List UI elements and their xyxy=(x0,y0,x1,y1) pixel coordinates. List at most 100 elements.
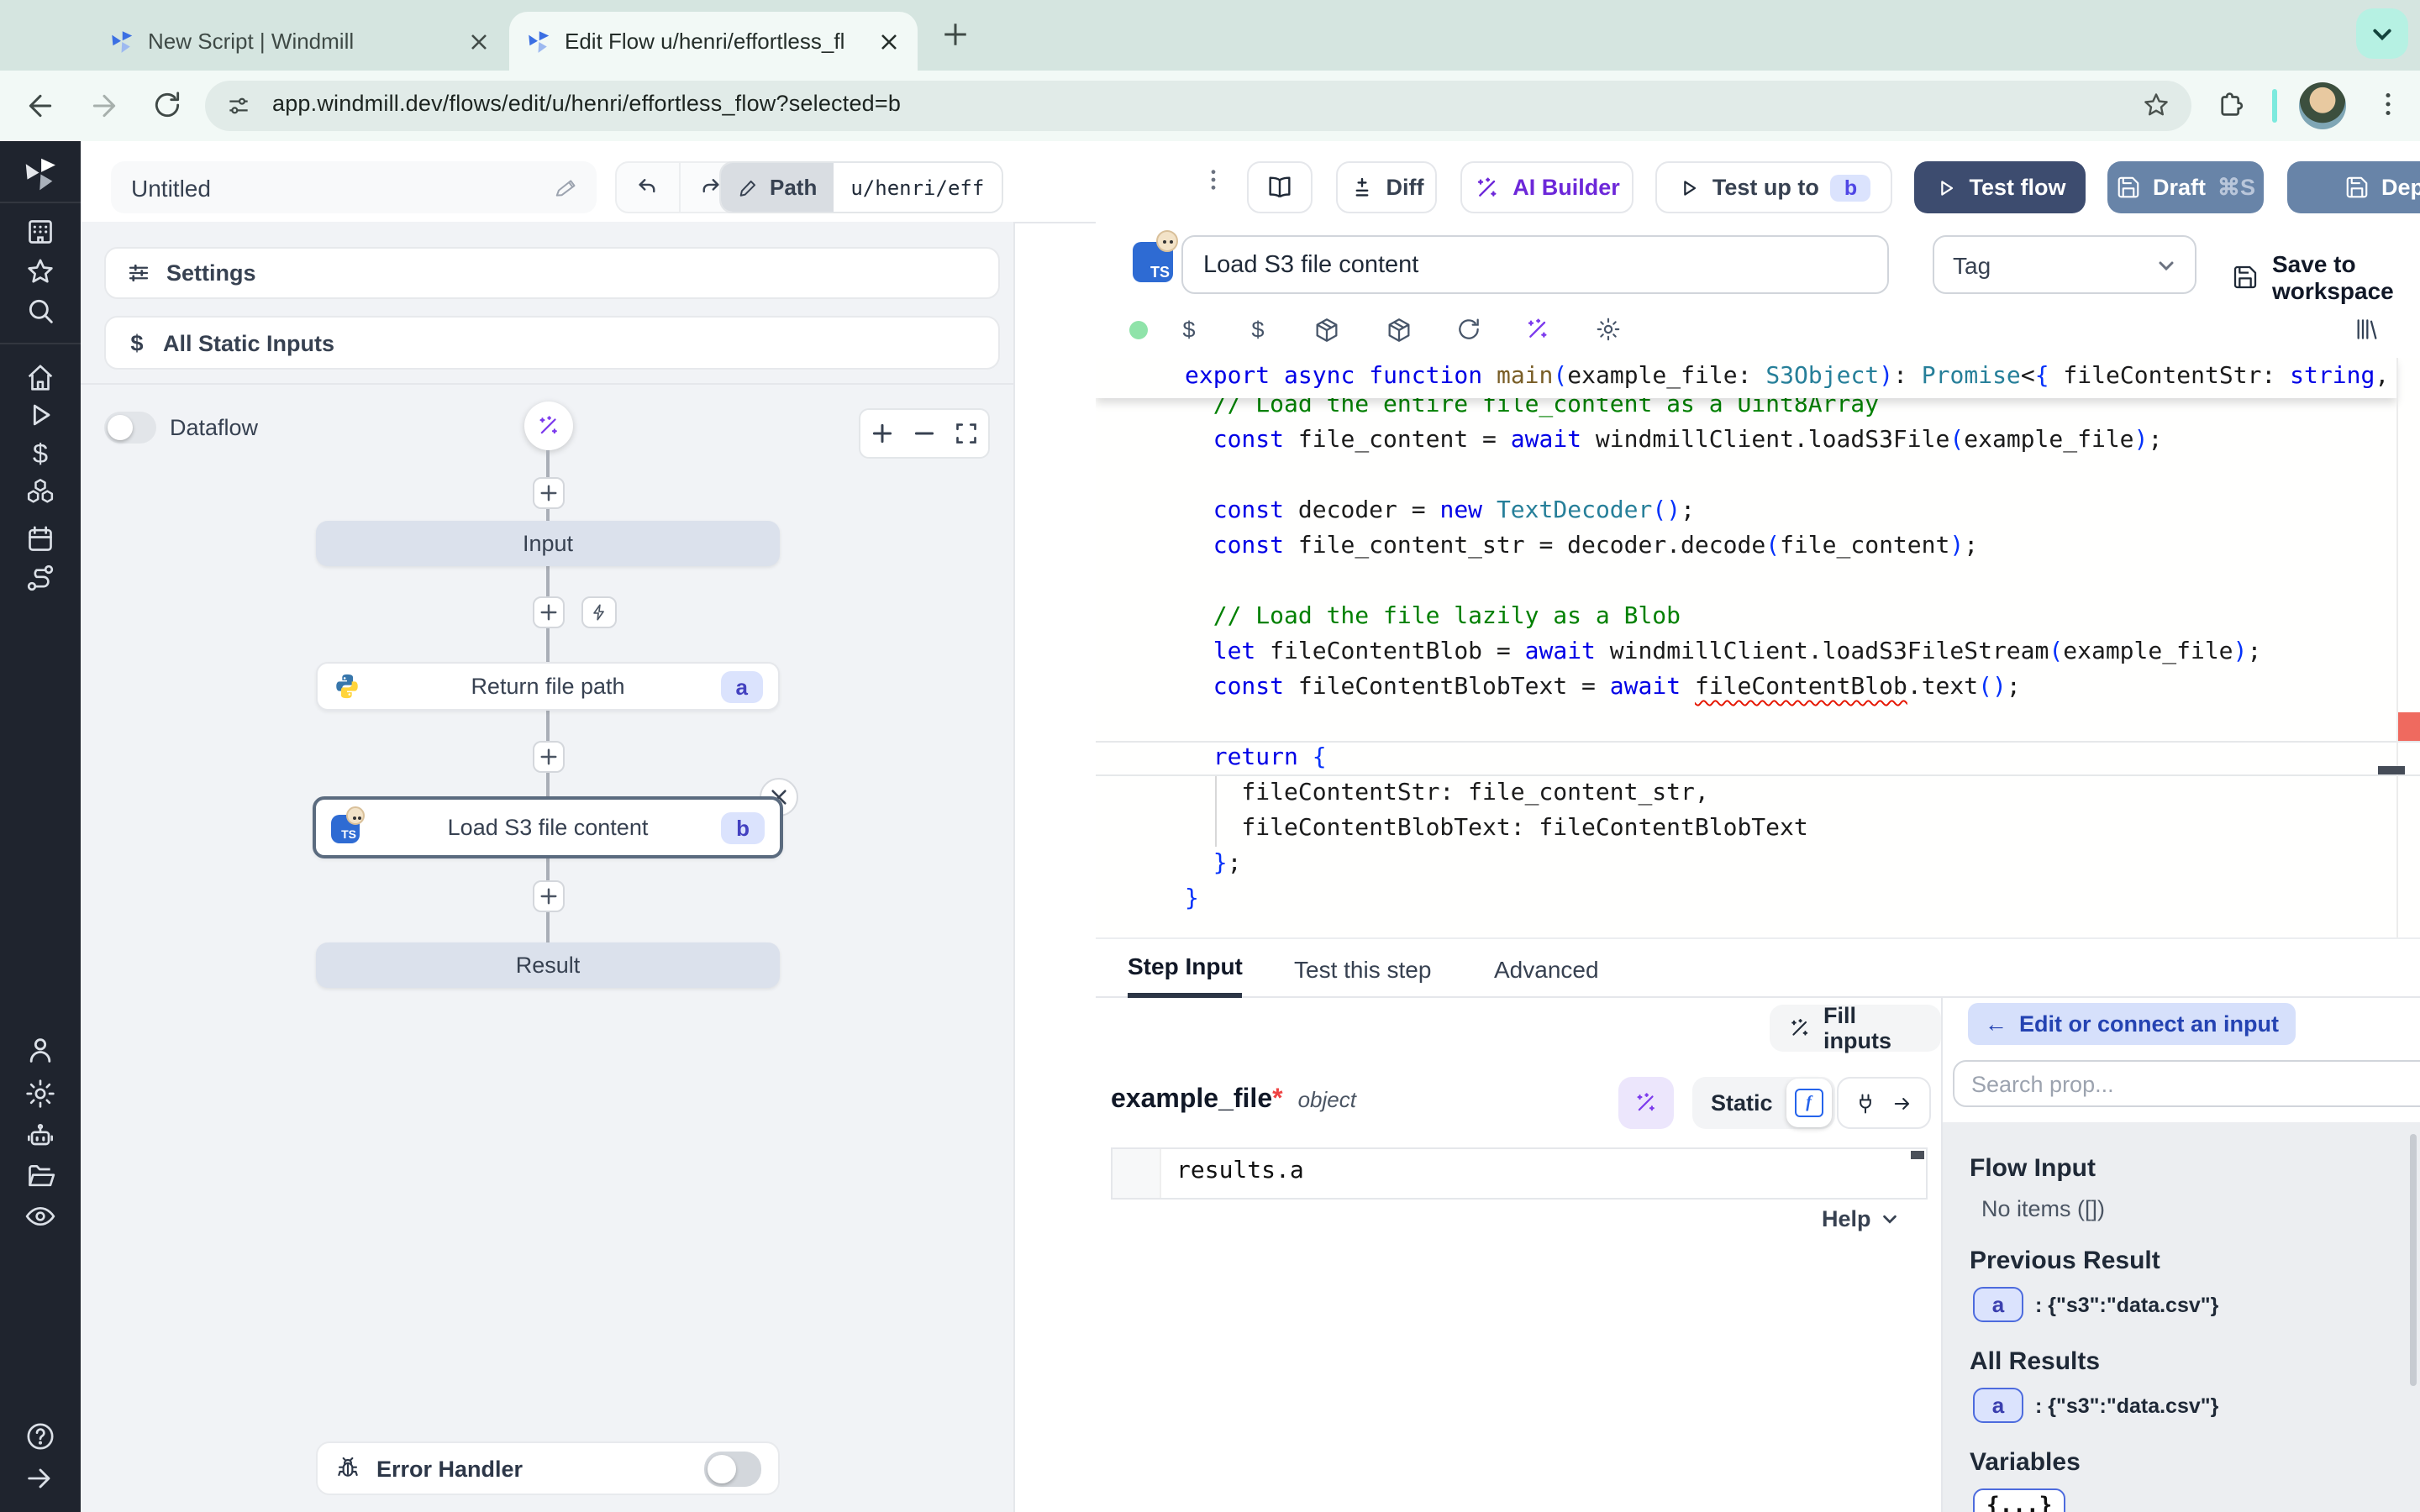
code-token xyxy=(1482,497,1497,524)
variables-dollar-icon[interactable]: $ xyxy=(27,437,54,470)
docs-book-button[interactable] xyxy=(1247,161,1313,213)
library-icon[interactable] xyxy=(2353,316,2380,343)
ai-builder-button[interactable]: AI Builder xyxy=(1460,161,1634,213)
tab-advanced[interactable]: Advanced xyxy=(1494,939,1599,998)
dataflow-toggle[interactable] xyxy=(104,412,156,444)
workers-bot-icon[interactable] xyxy=(24,1119,57,1152)
error-handler-card[interactable]: Error Handler xyxy=(316,1441,780,1495)
browser-menu-kebab-icon[interactable] xyxy=(2373,89,2403,119)
forward-icon[interactable] xyxy=(87,89,121,123)
result-badge[interactable]: a xyxy=(1973,1287,2023,1322)
variables-badge[interactable]: {...} xyxy=(1973,1488,2065,1512)
flow-node-input[interactable]: Input xyxy=(316,521,780,566)
search-prop-input[interactable] xyxy=(1953,1060,2420,1107)
reload-icon[interactable] xyxy=(151,89,183,121)
flow-input-heading: Flow Input xyxy=(1970,1154,2393,1183)
flow-node-result[interactable]: Result xyxy=(316,942,780,988)
folders-icon[interactable] xyxy=(24,1159,57,1193)
result-badge[interactable]: a xyxy=(1973,1388,2023,1423)
add-step-button[interactable] xyxy=(533,880,565,912)
edit-or-connect-button[interactable]: ← Edit or connect an input xyxy=(1968,1003,2296,1045)
tag-select[interactable]: Tag xyxy=(1933,235,2196,294)
flow-settings-button[interactable]: Settings xyxy=(104,247,1000,299)
windmill-logo[interactable] xyxy=(22,155,59,192)
back-icon[interactable] xyxy=(24,89,57,123)
dollar-icon[interactable]: $ xyxy=(1247,316,1269,344)
add-step-button[interactable] xyxy=(533,741,565,773)
user-icon[interactable] xyxy=(24,1033,57,1067)
settings-gear-icon[interactable] xyxy=(24,1077,57,1110)
more-options-kebab-icon[interactable] xyxy=(1200,165,1227,195)
add-step-button[interactable] xyxy=(533,596,565,628)
flow-node-step-b-selected[interactable]: TS Load S3 file content b xyxy=(313,796,783,858)
schedules-calendar-icon[interactable] xyxy=(24,522,57,556)
ai-flow-wand-button[interactable] xyxy=(524,402,573,450)
workspace-icon[interactable] xyxy=(24,215,57,249)
error-handler-toggle[interactable] xyxy=(704,1451,761,1486)
collapse-arrow-icon[interactable] xyxy=(24,1462,57,1495)
pencil-icon[interactable] xyxy=(555,175,580,200)
edit-or-connect-label: Edit or connect an input xyxy=(2019,1011,2279,1037)
fullscreen-icon[interactable] xyxy=(945,410,988,457)
zoom-out-button[interactable] xyxy=(903,410,946,457)
runs-play-icon[interactable] xyxy=(24,398,57,432)
tune-icon[interactable] xyxy=(225,92,252,119)
browser-tab-new-script[interactable]: New Script | Windmill xyxy=(92,12,508,71)
add-step-button[interactable] xyxy=(533,477,565,509)
tab-close-icon[interactable] xyxy=(466,28,492,55)
add-trigger-bolt-icon[interactable] xyxy=(581,596,617,628)
diff-button[interactable]: Diff xyxy=(1336,161,1437,213)
resources-boxes-icon[interactable] xyxy=(24,475,57,509)
path-label: Path xyxy=(770,175,817,200)
undo-button[interactable] xyxy=(617,163,678,212)
tab-close-icon[interactable] xyxy=(876,28,902,55)
refresh-icon[interactable] xyxy=(1455,316,1482,343)
wand-icon xyxy=(1474,174,1501,201)
arrow-right-icon[interactable] xyxy=(1891,1091,1914,1115)
dollar-icon[interactable]: $ xyxy=(1178,316,1200,344)
avatar[interactable] xyxy=(2299,82,2346,129)
code-editor[interactable]: // Load the entire file_content as a Uin… xyxy=(1096,358,2420,937)
fill-inputs-button[interactable]: Fill inputs xyxy=(1770,1005,1941,1052)
help-dropdown[interactable]: Help xyxy=(1822,1206,1900,1231)
flow-node-step-a[interactable]: Return file path a xyxy=(316,662,780,711)
help-icon[interactable] xyxy=(24,1420,57,1453)
tab-test-this-step[interactable]: Test this step xyxy=(1294,939,1431,998)
bookmark-star-icon[interactable] xyxy=(2141,91,2171,121)
all-results-row[interactable]: a : {"s3":"data.csv"} xyxy=(1973,1388,2393,1423)
input-mode-toggle[interactable]: Static f xyxy=(1692,1077,1835,1129)
favorites-star-icon[interactable] xyxy=(24,255,57,289)
test-flow-button[interactable]: Test flow xyxy=(1914,161,2086,213)
field-ai-wand-button[interactable] xyxy=(1618,1077,1674,1129)
save-to-workspace-button[interactable]: Save to workspace xyxy=(2232,250,2420,304)
extensions-puzzle-icon[interactable] xyxy=(2215,89,2247,121)
browser-tab-edit-flow[interactable]: Edit Flow u/henri/effortless_fl xyxy=(509,12,918,71)
wand-icon[interactable] xyxy=(1524,316,1551,343)
package-icon[interactable] xyxy=(1313,316,1341,344)
plug-icon[interactable] xyxy=(1854,1091,1877,1115)
connect-input-buttons[interactable] xyxy=(1837,1077,1931,1129)
tab-search-chevron-icon[interactable] xyxy=(2356,8,2408,59)
url-bar[interactable]: app.windmill.dev/flows/edit/u/henri/effo… xyxy=(205,81,2191,131)
previous-result-row[interactable]: a : {"s3":"data.csv"} xyxy=(1973,1287,2393,1322)
tab-step-input[interactable]: Step Input xyxy=(1128,939,1243,998)
home-icon[interactable] xyxy=(24,361,57,395)
expression-editor[interactable]: results.a xyxy=(1111,1147,1928,1200)
test-up-to-button[interactable]: Test up to b xyxy=(1655,161,1892,213)
flow-name-field[interactable]: Untitled xyxy=(111,161,597,213)
expression-mode-card[interactable]: f xyxy=(1786,1079,1832,1127)
new-tab-icon[interactable] xyxy=(941,20,970,49)
package-icon[interactable] xyxy=(1385,316,1413,344)
search-icon[interactable] xyxy=(24,294,57,328)
zoom-in-button[interactable] xyxy=(860,410,903,457)
prop-scrollbar[interactable] xyxy=(2410,1134,2417,1386)
routes-icon[interactable] xyxy=(24,561,57,595)
all-static-inputs-button[interactable]: $ All Static Inputs xyxy=(104,316,1000,370)
draft-button[interactable]: Draft ⌘S xyxy=(2107,161,2264,213)
step-title-input[interactable] xyxy=(1181,235,1889,294)
all-results-heading: All Results xyxy=(1970,1347,2393,1376)
deploy-button[interactable]: Deploy xyxy=(2287,161,2420,213)
path-control[interactable]: Path u/henri/eff xyxy=(719,161,1002,213)
audit-eye-icon[interactable] xyxy=(24,1200,57,1233)
gear-icon[interactable] xyxy=(1595,316,1622,343)
